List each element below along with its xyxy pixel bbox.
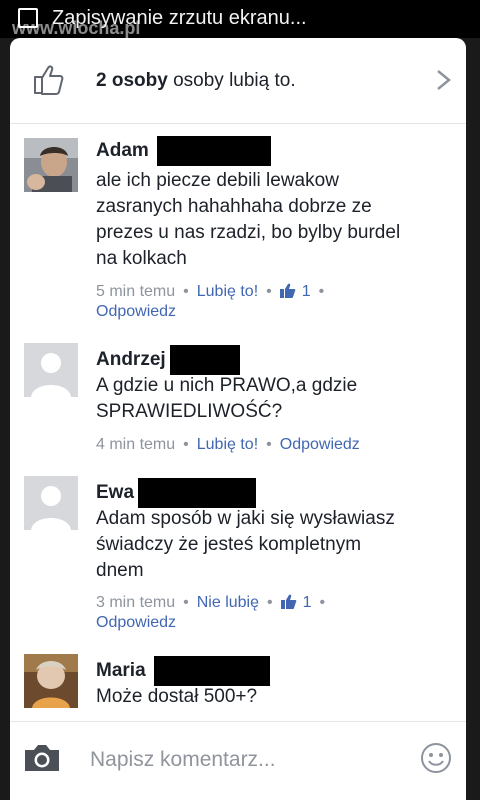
like-count-thumb-icon bbox=[279, 283, 296, 304]
comment-line: Może dostał 500+? bbox=[96, 686, 258, 707]
comment-author-row: Adam bbox=[96, 136, 272, 166]
likes-count: 2 osoby bbox=[96, 70, 168, 91]
comment-line: ale ich piecze debili lewakow bbox=[96, 170, 339, 191]
separator-dot: • bbox=[183, 283, 189, 300]
comments-sheet: 2 osoby osoby lubią to. Adam ale ich pie… bbox=[10, 38, 466, 800]
separator-dot: • bbox=[319, 594, 326, 611]
avatar[interactable] bbox=[24, 138, 78, 192]
comment-author[interactable]: Adam bbox=[96, 140, 149, 161]
comment-author[interactable]: Maria bbox=[96, 660, 146, 681]
comment-line: A gdzie u nich PRAWO,a gdzie bbox=[96, 375, 358, 396]
separator-dot: • bbox=[183, 594, 189, 611]
likes-summary[interactable]: 2 osoby osoby lubią to. bbox=[10, 38, 466, 124]
comment-text: ale ich piecze debili lewakow zasranych … bbox=[96, 168, 446, 272]
redaction-bar bbox=[138, 478, 257, 508]
comment-line: świadczy że jesteś kompletnym bbox=[96, 534, 362, 555]
comment-line: na kolkach bbox=[96, 248, 187, 269]
comment-meta: 4 min temu • Lubię to! • Odpowiedz bbox=[96, 434, 446, 455]
avatar[interactable] bbox=[24, 343, 78, 397]
comment-text: Adam sposób w jaki się wysławiasz świadc… bbox=[96, 506, 446, 584]
camera-icon[interactable] bbox=[22, 742, 62, 779]
comment-input[interactable]: Napisz komentarz... bbox=[90, 748, 276, 772]
separator-dot: • bbox=[266, 436, 272, 453]
avatar[interactable] bbox=[24, 654, 78, 708]
comment-line: SPRAWIEDLIWOŚĆ? bbox=[96, 401, 283, 422]
redaction-bar bbox=[170, 345, 241, 375]
comment-meta: 5 min temu • Lubię to! • 1 • bbox=[96, 281, 446, 304]
comment-text: A gdzie u nich PRAWO,a gdzie SPRAWIEDLIW… bbox=[96, 373, 446, 425]
comment-time: 5 min temu bbox=[96, 283, 176, 300]
comment-author[interactable]: Ewa bbox=[96, 482, 134, 503]
like-count-thumb-icon bbox=[280, 594, 297, 615]
comment-line: dnem bbox=[96, 560, 144, 581]
emoji-icon[interactable] bbox=[420, 742, 452, 779]
comment-item: Andrzej A gdzie u nich PRAWO,a gdzie SPR… bbox=[10, 343, 466, 463]
comment-item: Adam ale ich piecze debili lewakow zasra… bbox=[10, 136, 466, 328]
like-count[interactable]: 1 bbox=[303, 594, 312, 611]
status-bar: Zapisywanie zrzutu ekranu... www.wiocha.… bbox=[0, 0, 480, 38]
like-button[interactable]: Lubię to! bbox=[197, 283, 258, 300]
comment-author[interactable]: Andrzej bbox=[96, 349, 166, 370]
comment-line: zasranych hahahhaha dobrze ze bbox=[96, 196, 372, 217]
like-button[interactable]: Lubię to! bbox=[197, 436, 258, 453]
likes-suffix: osoby lubią to. bbox=[173, 70, 296, 91]
comment-text: Może dostał 500+? bbox=[96, 684, 446, 710]
watermark: www.wiocha.pl bbox=[12, 18, 141, 38]
comment-author-row: Andrzej bbox=[96, 345, 241, 375]
comment-author-row: Ewa bbox=[96, 478, 257, 508]
like-count[interactable]: 1 bbox=[302, 283, 311, 300]
likes-text: 2 osoby osoby lubią to. bbox=[96, 70, 296, 92]
comment-time: 3 min temu bbox=[96, 594, 176, 611]
comment-line: prezes u nas rzadzi, bo bylby burdel bbox=[96, 222, 401, 243]
comment-meta: 3 min temu • Nie lubię • 1 • bbox=[96, 592, 446, 615]
reply-button[interactable]: Odpowiedz bbox=[96, 614, 176, 632]
separator-dot: • bbox=[183, 436, 189, 453]
comment-author-row: Maria bbox=[96, 656, 271, 686]
redaction-bar bbox=[154, 656, 271, 686]
avatar[interactable] bbox=[24, 476, 78, 530]
comment-time: 4 min temu bbox=[96, 436, 176, 453]
reply-button[interactable]: Odpowiedz bbox=[96, 303, 176, 321]
reply-button[interactable]: Odpowiedz bbox=[280, 436, 360, 453]
chevron-right-icon[interactable] bbox=[434, 68, 454, 97]
comment-item: Maria Może dostał 500+? bbox=[10, 654, 466, 720]
redaction-bar bbox=[157, 136, 272, 166]
comment-composer: Napisz komentarz... bbox=[10, 721, 466, 800]
separator-dot: • bbox=[266, 283, 272, 300]
like-button[interactable]: Nie lubię bbox=[197, 594, 259, 611]
separator-dot: • bbox=[318, 283, 325, 300]
separator-dot: • bbox=[267, 594, 273, 611]
comment-line: Adam sposób w jaki się wysławiasz bbox=[96, 508, 395, 529]
thumbs-up-icon bbox=[32, 62, 66, 101]
comment-item: Ewa Adam sposób w jaki się wysławiasz św… bbox=[10, 476, 466, 666]
